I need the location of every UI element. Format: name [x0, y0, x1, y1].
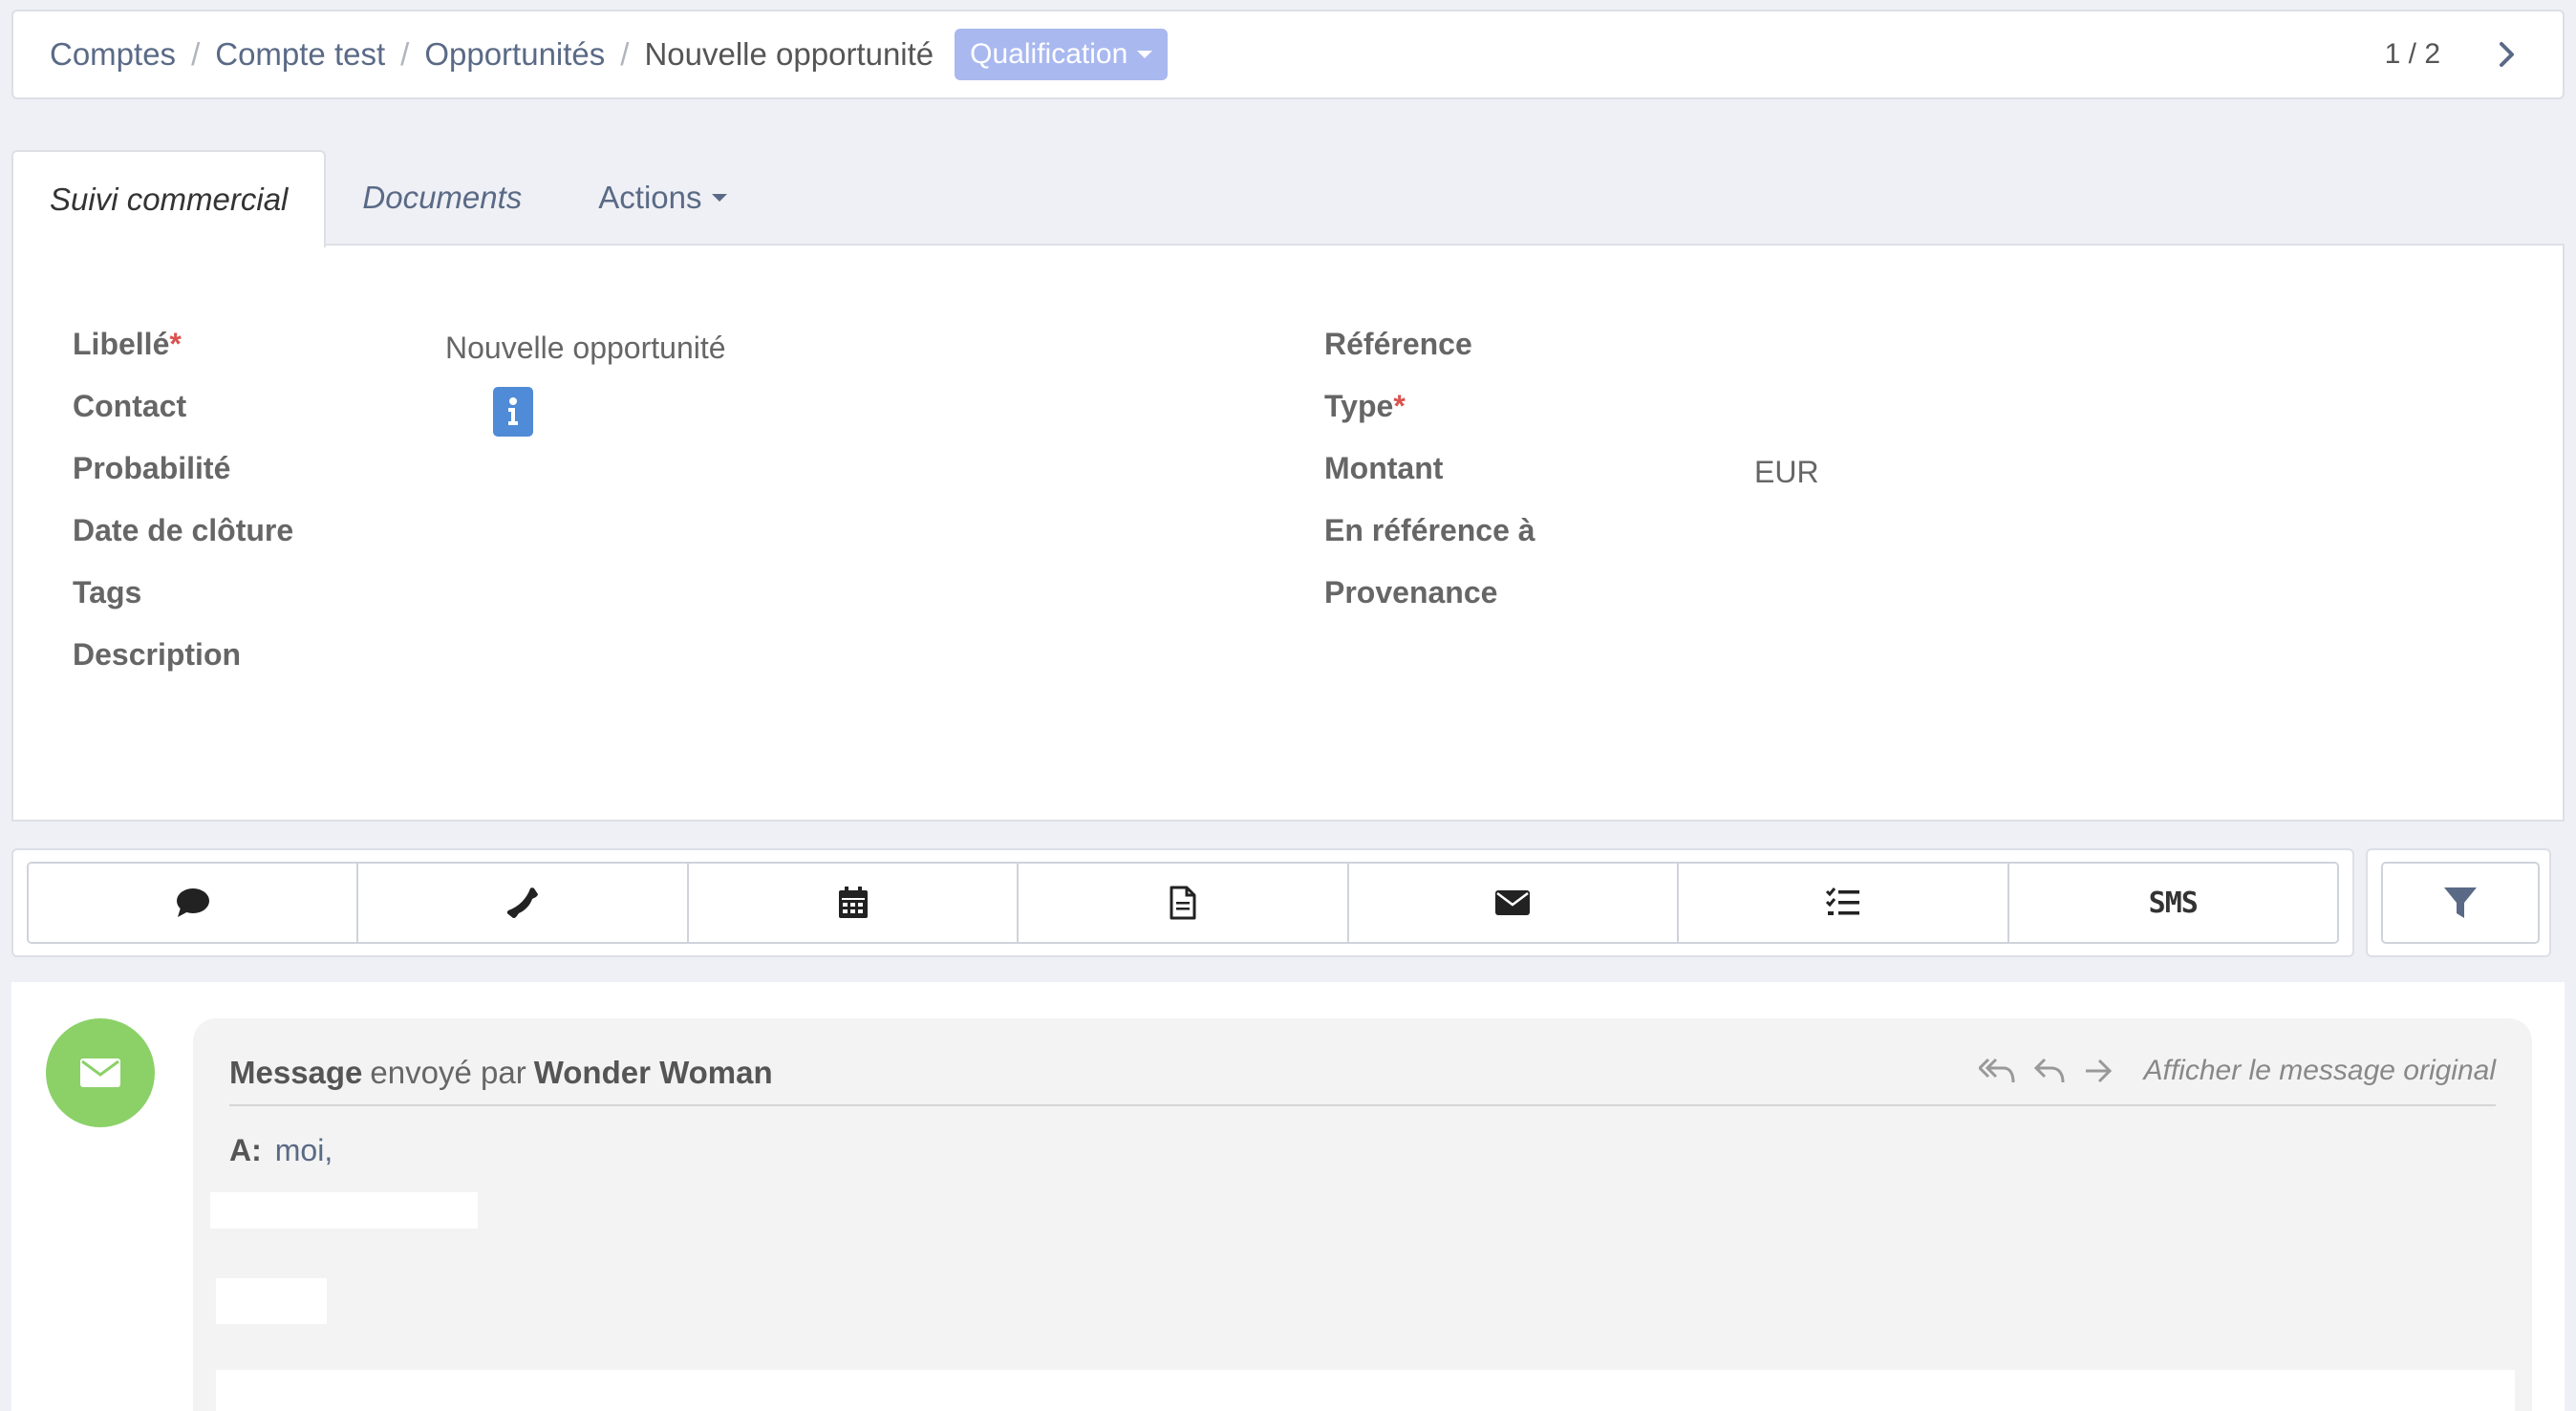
tab-documents[interactable]: Documents: [326, 150, 558, 246]
contact-label: Contact: [73, 389, 187, 423]
provenance-label: Provenance: [1324, 575, 1498, 609]
envelope-icon: [1495, 890, 1531, 915]
activity-toolbar: SMS: [11, 848, 2354, 957]
required-marker: *: [1393, 389, 1406, 423]
status-label: Qualification: [970, 38, 1128, 70]
probabilite-label: Probabilité: [73, 451, 231, 485]
montant-label: Montant: [1324, 451, 1444, 485]
envelope-icon: [80, 1058, 120, 1087]
message-sent-by: envoyé par: [370, 1055, 526, 1090]
filter-button[interactable]: [2381, 862, 2540, 944]
caret-down-icon: [711, 194, 727, 202]
libelle-label: Libellé: [73, 327, 170, 361]
message-header: Message envoyé par Wonder Woman Afficher…: [229, 1055, 2496, 1106]
field-date-cloture: Date de clôture: [73, 513, 726, 575]
opportunity-form: Libellé* Nouvelle opportunité Contact Pr…: [11, 244, 2565, 822]
field-en-reference: En référence à: [1324, 513, 1819, 575]
breadcrumb-separator: /: [191, 36, 201, 72]
breadcrumb: Comptes / Compte test / Opportunités / N…: [50, 29, 1169, 80]
info-icon: [508, 397, 518, 425]
reference-label: Référence: [1324, 327, 1472, 361]
field-description: Description: [73, 637, 726, 699]
email-avatar: [46, 1018, 155, 1127]
calendar-icon: [838, 887, 868, 918]
required-marker: *: [169, 327, 182, 361]
add-event-button[interactable]: [688, 864, 1020, 942]
form-left-column: Libellé* Nouvelle opportunité Contact Pr…: [73, 327, 726, 699]
show-original-link[interactable]: Afficher le message original: [2143, 1055, 2496, 1087]
description-label: Description: [73, 637, 242, 672]
comment-icon: [176, 888, 209, 917]
to-value[interactable]: moi,: [275, 1133, 333, 1168]
reply-icon: [2034, 1058, 2065, 1083]
reply-button[interactable]: [2034, 1058, 2065, 1084]
breadcrumb-compte-test[interactable]: Compte test: [215, 36, 385, 73]
add-task-button[interactable]: [1679, 864, 2009, 942]
phone-icon: [506, 887, 539, 918]
redacted-block: [210, 1192, 478, 1229]
pager: 1 / 2: [2385, 35, 2526, 74]
caret-down-icon: [1137, 51, 1153, 58]
breadcrumb-opportunites[interactable]: Opportunités: [424, 36, 605, 73]
add-call-button[interactable]: [358, 864, 689, 942]
activity-feed: Message envoyé par Wonder Woman Afficher…: [11, 982, 2565, 1411]
checklist-icon: [1825, 887, 1859, 915]
next-record-button[interactable]: [2488, 35, 2526, 74]
field-type: Type*: [1324, 389, 1819, 451]
field-montant: Montant EUR: [1324, 451, 1819, 513]
activity-button-group: SMS: [27, 862, 2339, 944]
montant-currency[interactable]: EUR: [1754, 451, 1819, 490]
tab-bar: Suivi commercial Documents Actions: [11, 150, 763, 247]
arrow-right-icon: [2086, 1058, 2113, 1083]
breadcrumb-comptes[interactable]: Comptes: [50, 36, 176, 73]
type-label: Type: [1324, 389, 1394, 423]
tab-actions[interactable]: Actions: [558, 150, 762, 246]
sms-label: SMS: [2148, 886, 2199, 920]
tab-actions-label: Actions: [598, 180, 702, 215]
reply-all-button[interactable]: [1979, 1058, 2015, 1084]
filter-panel: [2366, 848, 2551, 957]
add-document-button[interactable]: [1019, 864, 1349, 942]
redacted-block: [216, 1278, 327, 1324]
add-comment-button[interactable]: [29, 864, 359, 942]
status-dropdown-button[interactable]: Qualification: [955, 29, 1169, 80]
message-title: Message: [229, 1055, 363, 1090]
to-label: A:: [229, 1133, 262, 1167]
field-probabilite: Probabilité: [73, 451, 726, 513]
libelle-value[interactable]: Nouvelle opportunité: [445, 327, 726, 366]
pager-count: 1 / 2: [2384, 38, 2440, 70]
message-recipients: A: moi,: [229, 1133, 333, 1168]
filter-icon: [2444, 887, 2477, 918]
field-contact: Contact: [73, 387, 726, 451]
contact-info-button[interactable]: [493, 387, 533, 437]
send-email-button[interactable]: [1348, 864, 1680, 942]
form-right-column: Référence Type* Montant EUR En référence…: [1324, 327, 1819, 637]
message-actions: Afficher le message original: [1979, 1055, 2496, 1087]
en-reference-label: En référence à: [1324, 513, 1535, 547]
message-body: [216, 1370, 2515, 1411]
chevron-right-icon: [2500, 42, 2514, 67]
field-label: Libellé*: [73, 327, 445, 362]
field-tags: Tags: [73, 575, 726, 637]
breadcrumb-current: Nouvelle opportunité: [644, 36, 934, 72]
breadcrumb-bar: Comptes / Compte test / Opportunités / N…: [11, 10, 2565, 99]
reply-all-icon: [1979, 1058, 2015, 1083]
breadcrumb-separator: /: [400, 36, 410, 72]
field-reference: Référence: [1324, 327, 1819, 389]
tags-label: Tags: [73, 575, 142, 609]
send-sms-button[interactable]: SMS: [2008, 864, 2337, 942]
field-provenance: Provenance: [1324, 575, 1819, 637]
message-card: Message envoyé par Wonder Woman Afficher…: [193, 1018, 2532, 1411]
field-libelle: Libellé* Nouvelle opportunité: [73, 327, 726, 389]
date-cloture-label: Date de clôture: [73, 513, 294, 547]
field-label: Type*: [1324, 389, 1754, 424]
forward-button[interactable]: [2084, 1058, 2113, 1083]
document-icon: [1170, 886, 1196, 920]
tab-suivi-commercial[interactable]: Suivi commercial: [11, 150, 327, 247]
breadcrumb-separator: /: [620, 36, 630, 72]
message-author: Wonder Woman: [533, 1055, 773, 1090]
